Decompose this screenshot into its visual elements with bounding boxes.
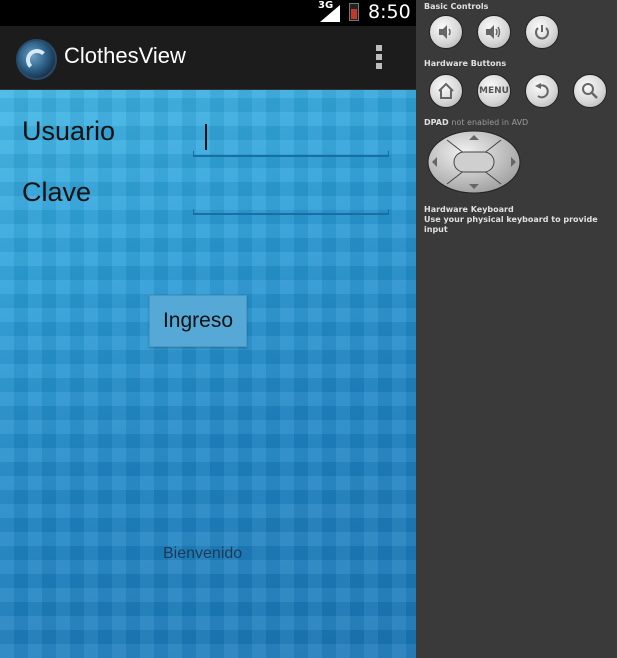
home-icon xyxy=(438,82,454,99)
app-logo-icon[interactable] xyxy=(16,39,57,80)
password-field-underline xyxy=(193,209,389,215)
battery-icon xyxy=(349,3,359,21)
overflow-menu-icon[interactable] xyxy=(374,45,384,75)
android-screen: 3G 8:50 ClothesView Usuario Clave Ingres… xyxy=(0,0,416,658)
password-label: Clave xyxy=(22,177,92,207)
dpad-control[interactable] xyxy=(427,130,521,194)
back-button[interactable] xyxy=(525,74,559,108)
password-field[interactable] xyxy=(193,175,389,215)
dpad-title: DPAD not enabled in AVD xyxy=(424,118,529,127)
signal-icon xyxy=(320,5,340,22)
app-title: ClothesView xyxy=(64,43,186,68)
user-label: Usuario xyxy=(22,116,116,146)
status-bar: 3G 8:50 xyxy=(0,0,416,26)
text-cursor xyxy=(205,124,207,150)
user-field-underline xyxy=(193,151,389,157)
action-bar: ClothesView xyxy=(0,26,416,90)
search-icon xyxy=(582,83,598,99)
back-icon xyxy=(535,83,549,99)
user-field[interactable] xyxy=(193,117,389,157)
volume-down-icon xyxy=(439,25,451,39)
basic-controls-title: Basic Controls xyxy=(424,2,489,11)
menu-button[interactable]: MENU xyxy=(477,74,511,108)
power-icon xyxy=(535,25,549,40)
power-button[interactable] xyxy=(525,15,559,49)
emulator-controls-panel: Basic Controls Hardware Buttons MENU DPA… xyxy=(416,0,617,658)
keyboard-title: Hardware Keyboard xyxy=(424,205,514,214)
welcome-text: Bienvenido xyxy=(163,545,243,562)
ingreso-button[interactable]: Ingreso xyxy=(149,295,247,347)
hardware-keyboard-info: Hardware Keyboard Use your physical keyb… xyxy=(424,205,617,235)
menu-button-label: MENU xyxy=(479,86,509,96)
keyboard-note: Use your physical keyboard to provide in… xyxy=(424,215,598,234)
search-button[interactable] xyxy=(573,74,607,108)
volume-down-button[interactable] xyxy=(429,15,463,49)
password-input[interactable] xyxy=(203,179,387,211)
login-screen: Usuario Clave Ingreso Bienvenido xyxy=(0,90,416,658)
status-time: 8:50 xyxy=(368,1,411,23)
volume-up-icon xyxy=(486,25,501,39)
home-button[interactable] xyxy=(429,74,463,108)
hardware-buttons-title: Hardware Buttons xyxy=(424,59,507,68)
volume-up-button[interactable] xyxy=(477,15,511,49)
user-input[interactable] xyxy=(203,121,387,153)
dpad-note: not enabled in AVD xyxy=(451,118,529,127)
